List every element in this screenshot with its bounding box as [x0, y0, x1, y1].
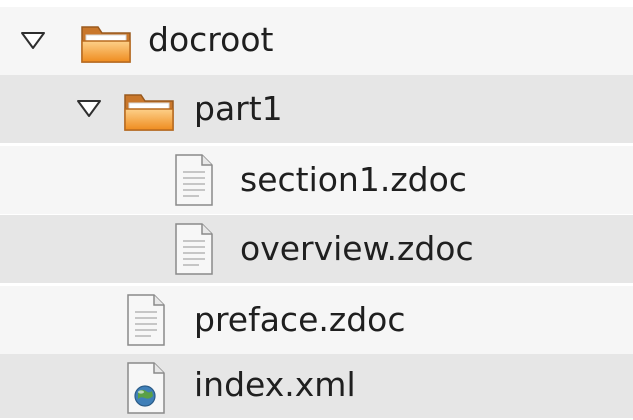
- xml-document-icon: [125, 360, 167, 420]
- tree-item-label: preface.zdoc: [194, 300, 406, 339]
- tree-row-part1[interactable]: part1: [0, 75, 633, 143]
- tree-row-index[interactable]: index.xml: [0, 354, 633, 418]
- tree-row-docroot[interactable]: docroot: [0, 7, 633, 75]
- text-document-icon: [173, 152, 215, 212]
- expander-triangle-icon[interactable]: [18, 26, 48, 56]
- tree-item-label: overview.zdoc: [240, 229, 474, 268]
- folder-open-icon: [79, 21, 133, 69]
- tree-item-label: index.xml: [194, 365, 356, 404]
- file-tree: docroot part1 section1.zdoc overview.zdo…: [0, 0, 633, 418]
- folder-open-icon: [122, 89, 176, 137]
- tree-item-label: docroot: [148, 20, 274, 59]
- expander-triangle-icon[interactable]: [74, 94, 104, 124]
- text-document-icon: [173, 221, 215, 281]
- tree-item-label: section1.zdoc: [240, 160, 467, 199]
- tree-item-label: part1: [194, 89, 283, 128]
- tree-row-section1[interactable]: section1.zdoc: [0, 146, 633, 214]
- text-document-icon: [125, 292, 167, 352]
- tree-row-preface[interactable]: preface.zdoc: [0, 286, 633, 354]
- tree-row-overview[interactable]: overview.zdoc: [0, 215, 633, 283]
